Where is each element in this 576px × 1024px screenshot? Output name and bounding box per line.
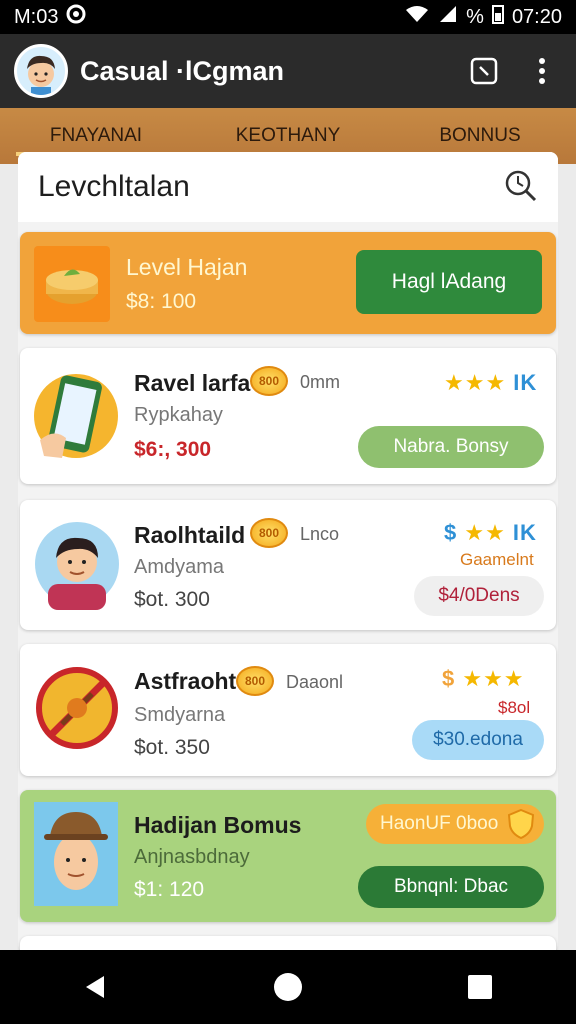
coin-icon: 800 — [236, 666, 274, 696]
avatar — [32, 518, 122, 615]
item-name: Hadijan Bomus — [134, 812, 302, 838]
rating-stars: ★★★ IK — [444, 370, 538, 395]
featured-price: $8: 100 — [126, 290, 197, 313]
item-price: $ot. 300 — [134, 588, 210, 611]
featured-action-button[interactable]: Hagl lAdang — [356, 250, 542, 314]
battery-text: % — [466, 5, 484, 28]
item-subtitle: Anjnasbdnay — [134, 846, 250, 868]
shield-icon — [506, 808, 536, 846]
status-bar: M:03 % 07:20 — [0, 0, 576, 34]
status-carrier: M:03 — [14, 5, 59, 28]
bonus-reward-label: HaonUF 0boo — [380, 813, 499, 834]
rating-prefix: $ — [442, 666, 456, 691]
bonus-card[interactable]: Hadijan Bomus Anjnasbdnay $1: 120 HaonUF… — [20, 790, 556, 922]
item-name: Astfraoht — [134, 668, 237, 694]
sword-icon — [32, 662, 122, 759]
item-action-button[interactable]: Nabra. Bonsy — [358, 426, 544, 468]
item-action-button[interactable]: $4/0Dens — [414, 576, 544, 616]
item-action-button[interactable]: $30.edona — [412, 720, 544, 760]
screen-icon[interactable] — [464, 51, 504, 91]
cake-icon — [34, 246, 110, 322]
item-price: $ot. 350 — [134, 736, 210, 759]
recents-icon[interactable] — [450, 957, 510, 1017]
item-price: $6:, 300 — [134, 438, 212, 461]
featured-card[interactable]: Level Hajan $8: 100 Hagl lAdang — [20, 232, 556, 334]
rating-suffix: IK — [513, 370, 538, 395]
phone-icon — [32, 368, 122, 469]
sheet-title: Levchltalan — [38, 170, 190, 203]
coin-icon: 800 — [250, 518, 288, 548]
signal-icon — [438, 4, 458, 30]
list-item[interactable]: Astfraoht 800 Daaonl $ ★★★ $8ol Smdyarna… — [20, 644, 556, 776]
item-name: Raolhtaild — [134, 522, 246, 548]
app-bar: Casual ·lCgman — [0, 34, 576, 108]
list-item[interactable]: Ravel larfa 800 0mm ★★★ IK Rypkahay $6:,… — [20, 348, 556, 484]
rating-note: $8ol — [498, 698, 531, 717]
item-name: Ravel larfa — [134, 370, 251, 396]
rating-suffix: IK — [512, 520, 537, 545]
item-tag: Lnco — [300, 524, 340, 544]
bonus-reward-pill[interactable]: HaonUF 0boo — [366, 804, 544, 844]
overflow-menu-icon[interactable] — [522, 51, 562, 91]
rating-prefix: $ — [444, 520, 458, 545]
explorer-avatar — [34, 802, 118, 911]
list-item[interactable]: Raolhtaild 800 Lnco $ ★★ IK Gaamelnt Amd… — [20, 500, 556, 630]
bonus-action-button[interactable]: Bbnqnl: Dbac — [358, 866, 544, 908]
status-time: 07:20 — [511, 5, 562, 28]
back-icon[interactable] — [66, 957, 126, 1017]
sheet-header: Levchltalan — [18, 152, 558, 222]
wifi-icon — [404, 4, 430, 30]
notification-icon — [66, 4, 86, 30]
content-area: Levchltalan Level Hajan $8: 100 Hagl lAd… — [0, 152, 576, 976]
rating-note: Gaamelnt — [460, 550, 534, 569]
system-nav-bar — [0, 950, 576, 1024]
item-tag: 0mm — [300, 372, 340, 392]
leaderboard-sheet: Levchltalan Level Hajan $8: 100 Hagl lAd… — [18, 152, 558, 976]
avatar[interactable] — [14, 44, 68, 98]
featured-name: Level Hajan — [126, 254, 248, 280]
coin-icon: 800 — [250, 366, 288, 396]
home-icon[interactable] — [258, 957, 318, 1017]
item-subtitle: Rypkahay — [134, 404, 223, 426]
item-subtitle: Amdyama — [134, 556, 225, 578]
search-icon[interactable] — [502, 167, 538, 208]
app-title: Casual ·lCgman — [80, 55, 285, 86]
item-subtitle: Smdyarna — [134, 704, 226, 726]
item-price: $1: 120 — [134, 878, 205, 901]
rating-stars: $ ★★★ — [442, 666, 525, 691]
rating-stars: $ ★★ IK — [444, 520, 537, 545]
battery-icon — [491, 4, 504, 30]
item-tag: Daaonl — [286, 672, 344, 692]
